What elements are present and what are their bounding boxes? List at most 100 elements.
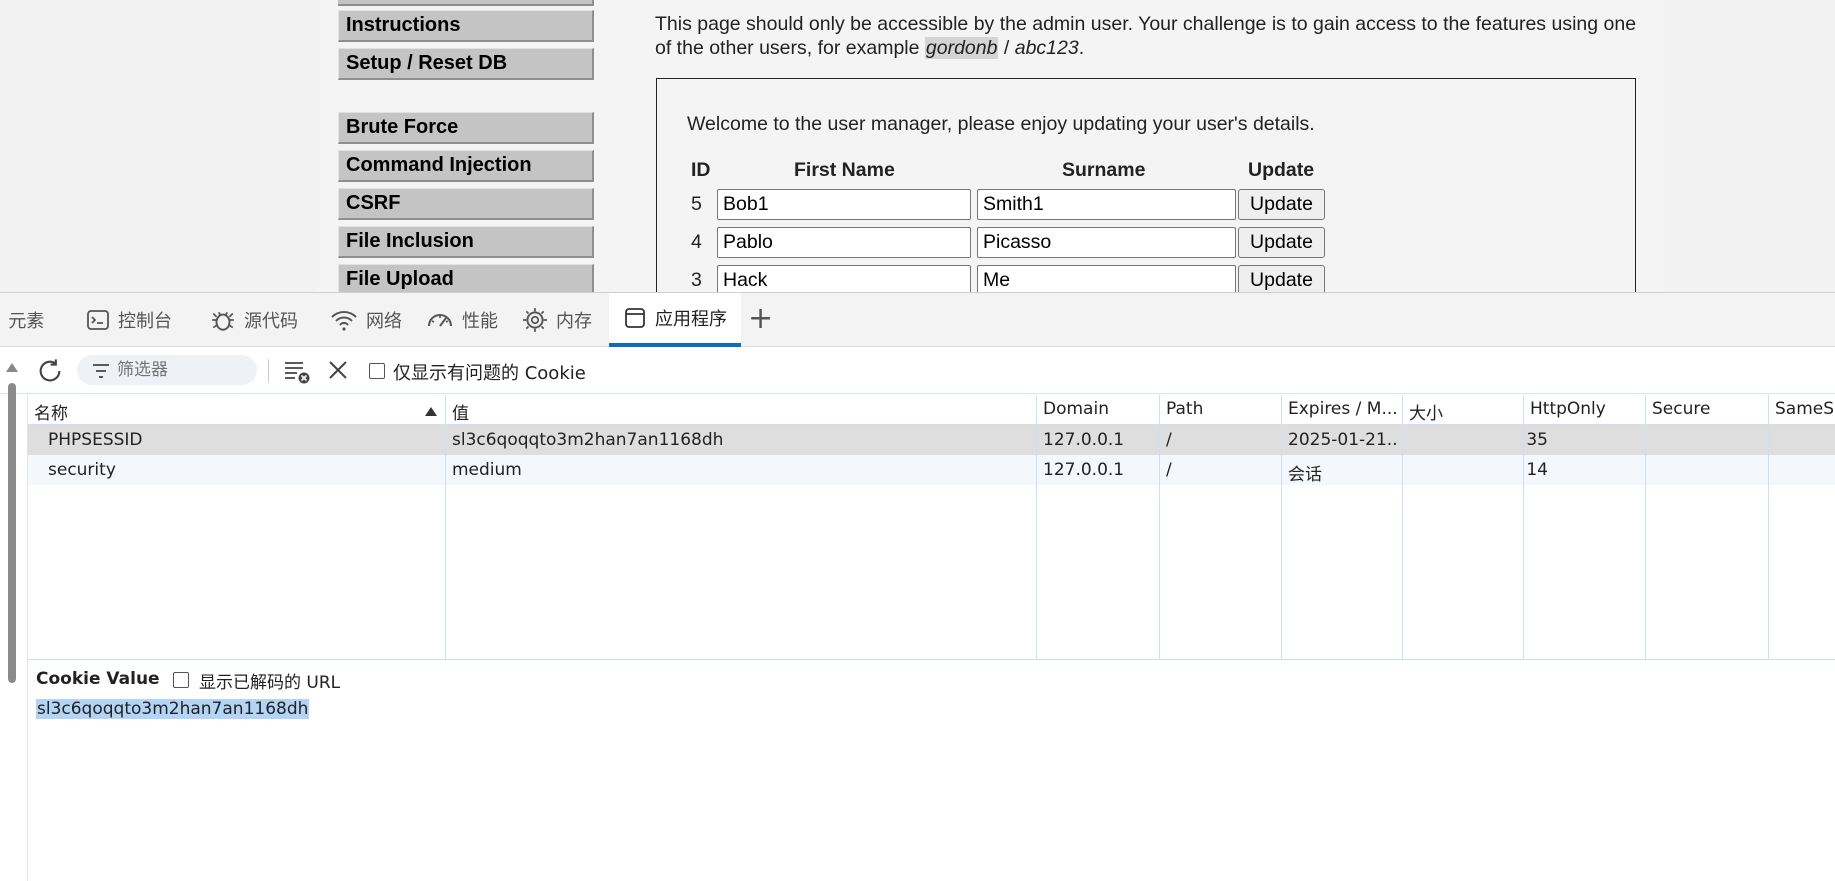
col-header-path[interactable]: Path [1166, 399, 1203, 419]
cookie-size: 14 [1526, 460, 1548, 480]
column-divider[interactable] [1159, 395, 1160, 660]
gauge-icon [428, 314, 452, 327]
user-id: 3 [691, 269, 702, 291]
menu-file-upload[interactable]: File Upload [338, 264, 594, 292]
update-button[interactable]: Update [1238, 265, 1325, 292]
col-header-name[interactable]: 名称 [34, 399, 68, 424]
sort-ascending-icon [425, 407, 437, 416]
show-decoded-url-checkbox[interactable] [173, 672, 189, 688]
column-divider[interactable] [445, 395, 446, 660]
table-row[interactable]: security medium 127.0.0.1 / 会话 14 [28, 455, 1835, 485]
memory-chip-icon [523, 308, 547, 332]
col-header-domain[interactable]: Domain [1043, 399, 1109, 419]
menu-file-inclusion[interactable]: File Inclusion [338, 226, 594, 258]
col-header-id: ID [691, 159, 711, 181]
cookie-value-text[interactable]: sl3c6qoqqto3m2han7an1168dh [36, 699, 310, 719]
col-header-samesite[interactable]: SameSi [1775, 399, 1835, 419]
refresh-icon[interactable] [36, 357, 64, 385]
show-decoded-url-label: 显示已解码的 URL [199, 673, 341, 693]
surname-input[interactable] [977, 189, 1236, 220]
clear-all-cookies-icon[interactable] [327, 359, 349, 381]
update-button[interactable]: Update [1238, 189, 1325, 220]
column-divider[interactable] [1036, 395, 1037, 660]
welcome-text: Welcome to the user manager, please enjo… [687, 113, 1315, 135]
scroll-up-icon[interactable] [6, 363, 18, 372]
user-id: 5 [691, 193, 702, 215]
col-header-surname: Surname [1062, 159, 1146, 181]
cookie-path: / [1166, 460, 1172, 480]
user-manager-box: Welcome to the user manager, please enjo… [656, 78, 1636, 292]
column-divider[interactable] [1523, 395, 1524, 660]
cookie-expires: 2025-01-21... [1288, 430, 1398, 450]
tab-label: 网络 [366, 311, 402, 332]
col-header-first-name: First Name [794, 159, 895, 181]
cookie-value-panel: Cookie Value 显示已解码的 URL sl3c6qoqqto3m2ha… [28, 661, 1835, 881]
add-tab-button[interactable]: + [748, 301, 773, 336]
menu-item-partial[interactable] [338, 0, 594, 6]
cookie-value: medium [452, 460, 522, 480]
first-name-input[interactable] [717, 189, 971, 220]
tab-sources[interactable]: 源代码 [210, 293, 298, 347]
only-issues-checkbox[interactable] [369, 363, 385, 379]
col-header-httponly[interactable]: HttpOnly [1530, 399, 1606, 419]
application-icon [625, 308, 645, 328]
menu-instructions[interactable]: Instructions [338, 10, 594, 42]
col-header-secure[interactable]: Secure [1652, 399, 1710, 419]
filter-icon [93, 364, 109, 378]
cookie-domain: 127.0.0.1 [1043, 460, 1125, 480]
first-name-input[interactable] [717, 265, 971, 292]
menu-command-injection[interactable]: Command Injection [338, 150, 594, 182]
update-button[interactable]: Update [1238, 227, 1325, 258]
col-header-expires[interactable]: Expires / M... [1288, 399, 1402, 419]
cookie-value-title: Cookie Value [36, 669, 160, 689]
intro-text: This page should only be accessible by t… [655, 12, 1645, 60]
dvwa-page: Instructions Setup / Reset DB Brute Forc… [0, 0, 1835, 292]
cookie-domain: 127.0.0.1 [1043, 430, 1125, 450]
example-username: gordonb [924, 37, 999, 59]
tab-label: 应用程序 [655, 309, 727, 330]
tab-console[interactable]: 控制台 [86, 293, 172, 347]
col-header-update: Update [1248, 159, 1315, 181]
col-header-value[interactable]: 值 [452, 399, 469, 424]
tab-network[interactable]: 网络 [330, 293, 402, 347]
cookie-name: PHPSESSID [48, 430, 143, 450]
surname-input[interactable] [977, 265, 1236, 292]
bug-icon [212, 311, 234, 331]
scrollbar-thumb[interactable] [8, 383, 16, 683]
clear-filtered-cookies-icon[interactable] [283, 359, 311, 385]
cookie-table: PHPSESSID sl3c6qoqqto3m2han7an1168dh 127… [28, 395, 1835, 660]
devtools-panel: › 元素 控制台 源代码 网络 性能 内存 应用程序 + [0, 292, 1835, 881]
column-divider[interactable] [1402, 395, 1403, 660]
console-icon [87, 310, 109, 330]
cookie-path: / [1166, 430, 1172, 450]
wifi-icon [331, 311, 357, 331]
column-divider[interactable] [1645, 395, 1646, 660]
column-divider[interactable] [1281, 395, 1282, 660]
tab-label: 源代码 [244, 311, 298, 332]
surname-input[interactable] [977, 227, 1236, 258]
tab-performance[interactable]: 性能 [426, 293, 498, 347]
menu-setup-reset-db[interactable]: Setup / Reset DB [338, 48, 594, 80]
tab-label: 性能 [462, 311, 498, 332]
cookie-value: sl3c6qoqqto3m2han7an1168dh [452, 430, 724, 450]
menu-brute-force[interactable]: Brute Force [338, 112, 594, 144]
example-password: abc123 [1014, 37, 1079, 59]
cookie-size: 35 [1526, 430, 1548, 450]
column-divider[interactable] [1768, 395, 1769, 660]
first-name-input[interactable] [717, 227, 971, 258]
tab-elements[interactable]: › 元素 [0, 293, 44, 347]
intro-period: . [1078, 37, 1085, 59]
tab-memory[interactable]: 内存 [522, 293, 592, 347]
table-row[interactable]: PHPSESSID sl3c6qoqqto3m2han7an1168dh 127… [28, 425, 1835, 455]
only-issues-label: 仅显示有问题的 Cookie [393, 363, 586, 384]
col-header-size[interactable]: 大小 [1409, 399, 1443, 424]
tab-application[interactable]: 应用程序 [609, 293, 741, 347]
tab-label: 内存 [556, 311, 592, 332]
cookie-expires: 会话 [1288, 465, 1322, 485]
cookie-name: security [48, 460, 116, 480]
vertical-scrollbar[interactable] [6, 363, 18, 863]
cookie-toolbar: 仅显示有问题的 Cookie [0, 347, 1835, 394]
tab-label: 控制台 [118, 311, 172, 332]
intro-sentence: This page should only be accessible by t… [655, 13, 1637, 59]
menu-csrf[interactable]: CSRF [338, 188, 594, 220]
